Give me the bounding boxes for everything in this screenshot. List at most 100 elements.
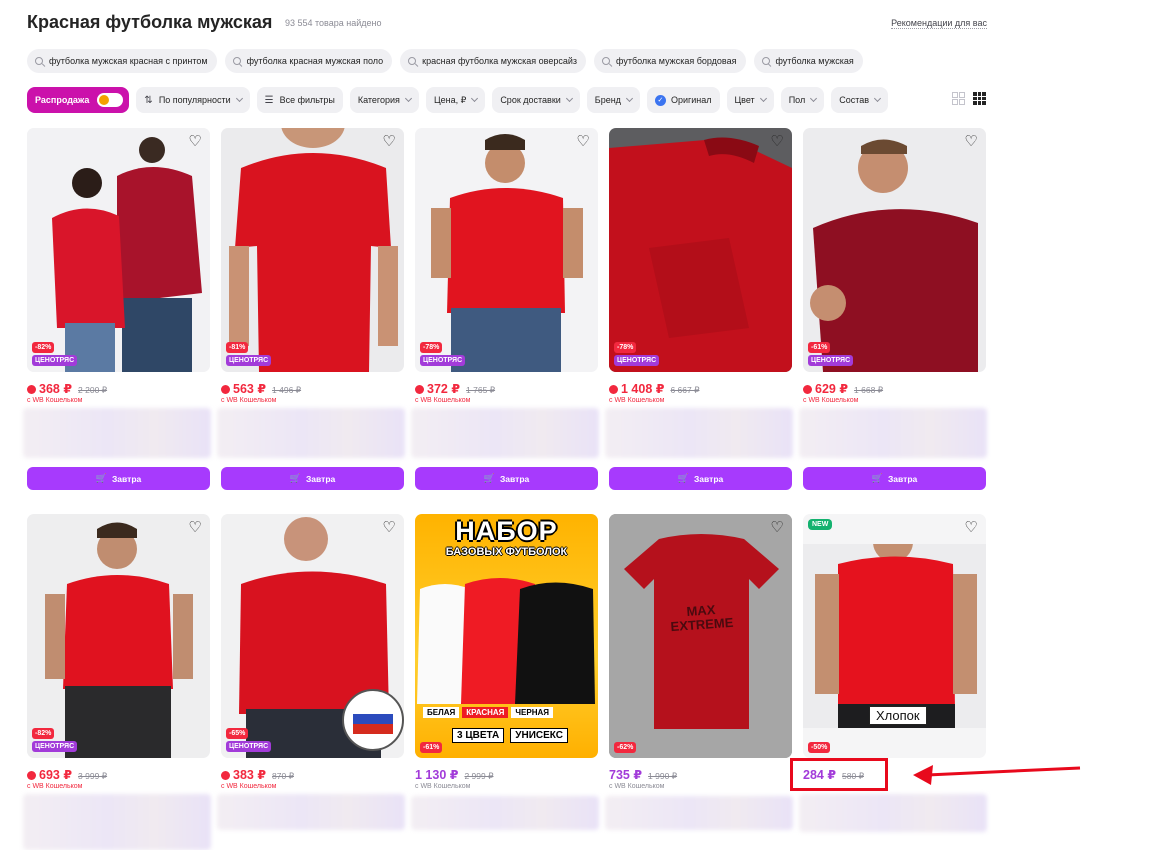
color-label-red: КРАСНАЯ <box>462 707 509 718</box>
favorite-heart-icon[interactable]: ♡ <box>769 134 785 150</box>
material-overlay-label: Хлопок <box>869 706 927 725</box>
favorite-heart-icon[interactable]: ♡ <box>187 520 203 536</box>
chevron-down-icon <box>810 94 818 103</box>
favorite-heart-icon[interactable]: ♡ <box>381 520 397 536</box>
composition-filter[interactable]: Состав <box>831 87 889 113</box>
wallet-note: с WB Кошельком <box>803 397 859 404</box>
color-filter[interactable]: Цвет <box>726 87 774 113</box>
results-count: 93 554 товара найдено <box>285 18 382 28</box>
blurred-content <box>799 794 987 832</box>
discount-badge: -78% <box>614 342 637 353</box>
all-filters-button[interactable]: ☰ Все фильтры <box>256 87 343 113</box>
product-photo <box>221 128 404 372</box>
discount-badge: -65% <box>226 728 249 739</box>
category-filter[interactable]: Категория <box>349 87 419 113</box>
favorite-heart-icon[interactable]: ♡ <box>575 134 591 150</box>
chevron-down-icon <box>471 94 479 103</box>
suggestion-chip[interactable]: красная футболка мужская оверсайз <box>400 49 587 73</box>
discount-badge: -61% <box>808 342 831 353</box>
sale-toggle-button[interactable]: Распродажа <box>27 87 130 113</box>
new-badge: NEW <box>808 519 833 530</box>
product-image[interactable]: ♡ -65% ЦЕНОТРЯС <box>221 514 404 758</box>
product-image[interactable]: MAX EXTREME ♡ -62% <box>609 514 792 758</box>
brand-filter[interactable]: Бренд <box>586 87 640 113</box>
cart-icon: 🛒 <box>871 473 883 483</box>
view-switcher <box>952 92 986 105</box>
current-price: 735 ₽ <box>609 768 643 782</box>
brand-label: Бренд <box>594 95 621 105</box>
promo-color-labels: БЕЛАЯ КРАСНАЯ ЧЕРНАЯ <box>423 707 554 718</box>
discount-badge: -50% <box>808 742 831 753</box>
search-icon <box>408 57 417 65</box>
add-to-cart-button[interactable]: 🛒 Завтра <box>803 467 986 490</box>
blurred-content <box>23 408 211 458</box>
discount-badge: -61% <box>420 742 443 753</box>
product-image[interactable]: ♡ -81% ЦЕНОТРЯС <box>221 128 404 372</box>
product-image[interactable]: NEW ♡ Хлопок -50% <box>803 514 986 758</box>
blurred-content <box>411 796 599 830</box>
page-title: Красная футболка мужская <box>27 12 273 32</box>
favorite-heart-icon[interactable]: ♡ <box>963 134 979 150</box>
original-label: Оригинал <box>670 95 712 105</box>
suggestion-label: красная футболка мужская оверсайз <box>422 56 578 66</box>
product-photo <box>415 128 598 372</box>
delivery-filter[interactable]: Срок доставки <box>492 87 580 113</box>
grid-small-icon[interactable] <box>973 92 986 105</box>
discount-badge: -62% <box>614 742 637 753</box>
sort-dropdown[interactable]: ⇅ По популярности <box>136 87 250 113</box>
suggestion-chip[interactable]: футболка красная мужская поло <box>224 49 393 73</box>
product-image[interactable]: НАБОР БАЗОВЫХ ФУТБОЛОК БЕЛАЯ КРАСНАЯ ЧЕР… <box>415 514 598 758</box>
product-image[interactable]: ♡ -82% ЦЕНОТРЯС <box>27 128 210 372</box>
sale-label: Распродажа <box>35 95 90 105</box>
price-row: 383 ₽ 870 ₽ <box>221 767 294 782</box>
promo-badge: ЦЕНОТРЯС <box>226 355 272 366</box>
blurred-content <box>217 408 405 458</box>
cart-label: Завтра <box>305 473 336 484</box>
old-price: 1 668 ₽ <box>854 385 884 395</box>
add-to-cart-button[interactable]: 🛒 Завтра <box>609 467 792 490</box>
original-filter[interactable]: ✓ Оригинал <box>646 87 720 113</box>
verified-check-icon: ✓ <box>654 94 666 106</box>
suggestion-chip[interactable]: футболка мужская <box>753 49 863 73</box>
favorite-heart-icon[interactable]: ♡ <box>187 134 203 150</box>
add-to-cart-button[interactable]: 🛒 Завтра <box>27 467 210 490</box>
favorite-heart-icon[interactable]: ♡ <box>381 134 397 150</box>
product-image[interactable]: ♡ -61% ЦЕНОТРЯС <box>803 128 986 372</box>
price-row: 735 ₽ 1 990 ₽ <box>609 767 677 782</box>
product-photo <box>27 128 210 372</box>
search-suggestions: футболка мужская красная с принтом футбо… <box>27 49 863 73</box>
search-icon <box>35 57 43 65</box>
wallet-note: с WB Кошельком <box>415 397 471 404</box>
suggestion-label: футболка мужская <box>775 56 854 66</box>
product-image[interactable]: ♡ -78% ЦЕНОТРЯС <box>415 128 598 372</box>
chevron-down-icon <box>625 94 633 103</box>
chevron-down-icon <box>404 94 412 103</box>
sort-label: По популярности <box>158 95 231 105</box>
discount-badge: -81% <box>226 342 249 353</box>
favorite-heart-icon[interactable]: ♡ <box>769 520 785 536</box>
product-image[interactable]: ♡ -82% ЦЕНОТРЯС <box>27 514 210 758</box>
grid-large-icon[interactable] <box>952 92 965 105</box>
suggestion-chip[interactable]: футболка мужская бордовая <box>594 49 746 73</box>
promo-badge: ЦЕНОТРЯС <box>32 355 78 366</box>
add-to-cart-button[interactable]: 🛒 Завтра <box>415 467 598 490</box>
suggestion-chip[interactable]: футболка мужская красная с принтом <box>27 49 217 73</box>
toggle-switch[interactable] <box>97 93 124 107</box>
gender-filter[interactable]: Пол <box>780 87 825 113</box>
color-label-black: ЧЕРНАЯ <box>511 707 554 718</box>
favorite-heart-icon[interactable]: ♡ <box>963 520 979 536</box>
current-price: 629 ₽ <box>815 382 849 396</box>
price-row: 368 ₽ 2 200 ₽ <box>27 381 107 396</box>
add-to-cart-button[interactable]: 🛒 Завтра <box>221 467 404 490</box>
blurred-content <box>217 794 405 830</box>
wallet-note: с WB Кошельком <box>609 397 665 404</box>
suggestion-label: футболка мужская бордовая <box>616 56 737 66</box>
price-filter[interactable]: Цена, ₽ <box>425 87 486 113</box>
recommendations-link[interactable]: Рекомендации для вас <box>891 18 987 29</box>
product-image[interactable]: ♡ -78% ЦЕНОТРЯС <box>609 128 792 372</box>
wallet-icon <box>803 385 812 394</box>
old-price: 1 765 ₽ <box>466 385 496 395</box>
promo-bottom-labels: 3 ЦВЕТА УНИСЕКС <box>452 728 568 743</box>
blurred-content <box>605 408 793 458</box>
wallet-icon <box>415 385 424 394</box>
